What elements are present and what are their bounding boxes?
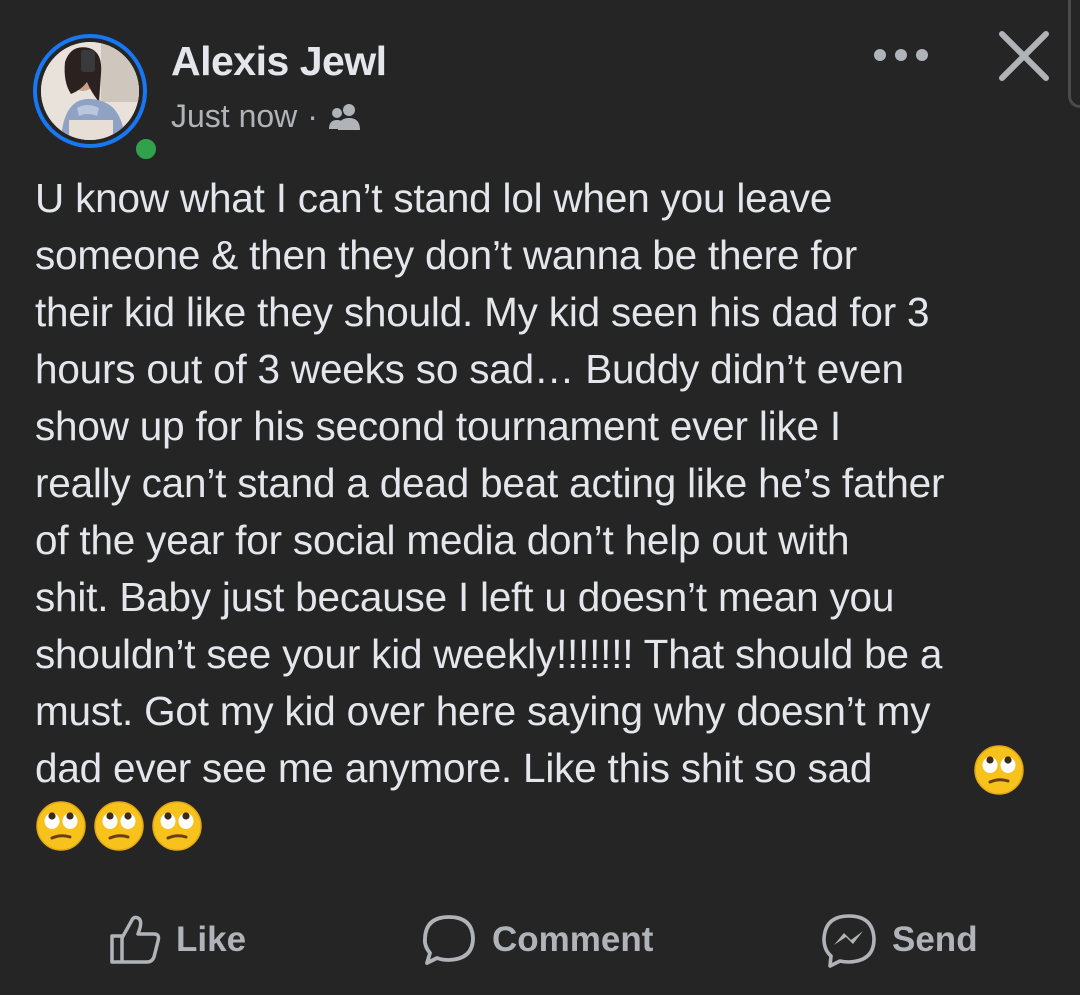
post-text: U know what I can’t stand lol when you l… [35, 175, 945, 791]
friends-icon[interactable] [328, 102, 362, 132]
messenger-icon [822, 914, 876, 968]
more-options-icon[interactable] [870, 38, 932, 72]
comment-button[interactable]: Comment [420, 905, 653, 975]
avatar[interactable] [33, 34, 161, 164]
profile-photo [41, 42, 139, 140]
thumbs-up-icon [110, 915, 161, 964]
author-name[interactable]: Alexis Jewl [171, 38, 387, 85]
online-status-dot [131, 134, 161, 164]
comment-label: Comment [492, 920, 654, 959]
post-meta: Just now · [171, 98, 362, 135]
post-timestamp[interactable]: Just now [171, 98, 297, 135]
rolling-eyes-emoji-icon [94, 801, 144, 851]
rolling-eyes-emoji-icon [36, 801, 86, 851]
post-action-bar: Like Comment Send [0, 905, 1080, 975]
close-icon[interactable] [996, 28, 1052, 84]
emoji-row [35, 800, 203, 852]
rolling-eyes-emoji-icon [973, 744, 1025, 801]
rolling-eyes-emoji-icon [152, 801, 202, 851]
comment-icon [422, 915, 475, 965]
send-button[interactable]: Send [820, 905, 978, 975]
like-label: Like [176, 920, 247, 959]
window-edge [1068, 0, 1080, 108]
like-button[interactable]: Like [108, 905, 246, 975]
meta-separator: · [307, 98, 318, 134]
post-card: Alexis Jewl Just now · U know what I can… [0, 0, 1080, 995]
send-label: Send [892, 920, 978, 959]
